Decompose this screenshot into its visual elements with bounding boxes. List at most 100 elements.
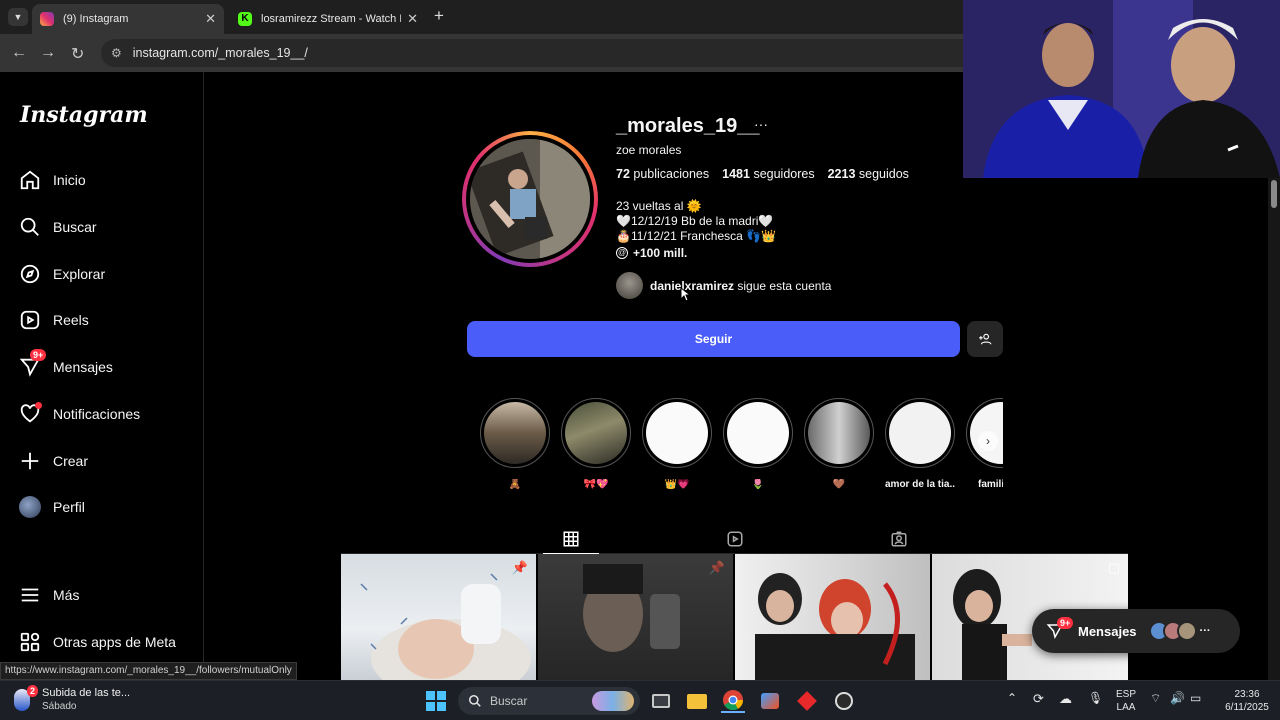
post-image: [755, 573, 915, 680]
mouse-cursor-icon: [680, 287, 691, 302]
close-tab-icon[interactable]: ✕: [205, 11, 216, 27]
bio-threads-row[interactable]: @ +100 mill.: [616, 246, 687, 260]
tray-microphone-icon[interactable]: 🎙: [1088, 692, 1103, 705]
highlight-ring: [885, 398, 955, 468]
post-thumbnail[interactable]: [735, 554, 930, 680]
sidebar-item-label: Buscar: [53, 219, 97, 235]
highlight-label: 👑💗: [664, 479, 690, 490]
task-view-icon[interactable]: [649, 689, 673, 713]
sidebar-item-buscar[interactable]: Buscar: [18, 215, 97, 239]
sidebar-item-explorar[interactable]: Explorar: [18, 262, 105, 286]
sidebar-item-mensajes[interactable]: 9+ Mensajes: [18, 349, 113, 379]
kick-favicon-icon: K: [238, 12, 252, 26]
follow-button[interactable]: Seguir: [467, 321, 960, 357]
sidebar-item-label: Reels: [53, 312, 89, 328]
tab-posts-grid[interactable]: [543, 524, 599, 554]
sidebar-item-label: Más: [53, 587, 80, 603]
sidebar-item-label: Inicio: [53, 172, 86, 188]
volume-icon[interactable]: 🔊: [1170, 692, 1185, 705]
tab-instagram[interactable]: (9) Instagram ✕: [32, 4, 224, 34]
obs-icon[interactable]: [832, 689, 856, 713]
mutual-follower-username[interactable]: danielxramirez: [650, 279, 734, 293]
tray-cloud-icon[interactable]: ☁: [1059, 692, 1072, 705]
windows-start-icon[interactable]: [424, 689, 448, 713]
highlight-item[interactable]: 🌷: [723, 398, 793, 490]
highlight-label: 🎀💖: [583, 479, 609, 490]
language-indicator[interactable]: ESP LAA: [1116, 688, 1136, 714]
home-icon: [18, 168, 42, 192]
new-tab-icon[interactable]: +: [434, 6, 444, 26]
suggested-users-button[interactable]: [967, 321, 1003, 357]
highlight-label: famili: [978, 479, 1003, 490]
highlight-item[interactable]: 🤎: [804, 398, 874, 490]
tab-kick-stream[interactable]: K losramirezz Stream - Watch Live ✕: [230, 4, 426, 34]
mutual-follower-row[interactable]: danielxramirez sigue esta cuenta: [616, 272, 831, 299]
tab-reels[interactable]: [707, 524, 763, 554]
highlight-item[interactable]: 🧸: [480, 398, 550, 490]
url-field[interactable]: ⚙ instagram.com/_morales_19__/: [101, 39, 963, 67]
tab-search-chevron-icon[interactable]: ▼: [8, 8, 28, 26]
notification-dot: [35, 402, 42, 409]
reload-icon[interactable]: ↻: [71, 44, 84, 64]
tray-sync-icon[interactable]: ⟳: [1033, 692, 1044, 705]
post-thumbnail[interactable]: 📌: [341, 554, 536, 680]
post-thumbnail[interactable]: 📌: [538, 554, 733, 680]
chrome-icon[interactable]: [721, 689, 745, 713]
highlight-cover: [727, 402, 789, 464]
sidebar-item-perfil[interactable]: Perfil: [18, 495, 85, 519]
profile-avatar-icon: [18, 495, 42, 519]
file-explorer-icon[interactable]: [685, 689, 709, 713]
app-diamond-icon[interactable]: [795, 689, 819, 713]
taskbar-notification-widget[interactable]: 2 Subida de las te... Sábado: [14, 685, 130, 713]
highlight-ring: [723, 398, 793, 468]
avatar-border: [466, 135, 594, 263]
followers-stat[interactable]: 1481 seguidores: [722, 167, 814, 181]
tab-tagged[interactable]: [871, 524, 927, 554]
profile-avatar-story-ring[interactable]: [462, 131, 598, 267]
taskbar-search-box[interactable]: Buscar: [458, 687, 640, 715]
sidebar-item-reels[interactable]: Reels: [18, 308, 89, 332]
webcam-video-image: [963, 0, 1280, 178]
highlight-cover: [889, 402, 951, 464]
site-info-icon[interactable]: ⚙: [111, 46, 122, 60]
menu-icon: [18, 583, 42, 607]
clock[interactable]: 23:36 6/11/2025: [1218, 688, 1276, 714]
following-count: 2213: [827, 167, 856, 181]
forward-arrow-icon[interactable]: →: [40, 44, 56, 62]
profile-stats: 72 publicaciones 1481 seguidores 2213 se…: [616, 167, 909, 181]
followers-label: seguidores: [753, 167, 815, 181]
more-options-icon[interactable]: ···: [754, 116, 768, 132]
floating-messages-button[interactable]: 9+ Mensajes ···: [1032, 609, 1240, 653]
sidebar-item-mas[interactable]: Más: [18, 583, 79, 607]
back-arrow-icon[interactable]: ←: [11, 44, 27, 62]
highlight-item[interactable]: amor de la tia...: [885, 398, 955, 490]
scrollbar-thumb[interactable]: [1271, 180, 1277, 208]
wifi-icon[interactable]: ⌔: [1150, 692, 1161, 705]
threads-followers: +100 mill.: [633, 246, 688, 260]
plus-icon: [18, 449, 42, 473]
store-icon[interactable]: [758, 689, 782, 713]
sidebar-item-notificaciones[interactable]: Notificaciones: [18, 402, 140, 426]
highlight-item[interactable]: 🎀💖: [561, 398, 631, 490]
url-text: instagram.com/_morales_19__/: [132, 46, 308, 60]
highlights-next-arrow-icon[interactable]: ›: [978, 431, 998, 451]
clock-date: 6/11/2025: [1225, 702, 1269, 713]
sidebar-item-crear[interactable]: Crear: [18, 449, 88, 473]
post-image: [360, 573, 531, 680]
widget-text: Subida de las te... Sábado: [42, 687, 130, 713]
battery-icon[interactable]: ▭: [1190, 692, 1201, 705]
more-chats-icon: ···: [1199, 625, 1211, 637]
close-tab-icon[interactable]: ✕: [407, 11, 418, 27]
threads-icon: @: [616, 247, 628, 259]
instagram-logo[interactable]: Instagram: [20, 102, 148, 128]
tray-chevron-icon[interactable]: ⌃: [1007, 692, 1017, 705]
sidebar-item-otras-apps[interactable]: Otras apps de Meta: [18, 630, 176, 654]
sidebar: Instagram Inicio Buscar Explorar Reels 9…: [0, 72, 204, 680]
sidebar-item-inicio[interactable]: Inicio: [18, 168, 86, 192]
highlight-ring: [804, 398, 874, 468]
following-label: seguidos: [858, 167, 909, 181]
following-stat[interactable]: 2213 seguidos: [828, 167, 909, 181]
page-scrollbar[interactable]: [1268, 178, 1280, 680]
highlight-item[interactable]: 👑💗: [642, 398, 712, 490]
tagged-icon: [891, 531, 907, 547]
